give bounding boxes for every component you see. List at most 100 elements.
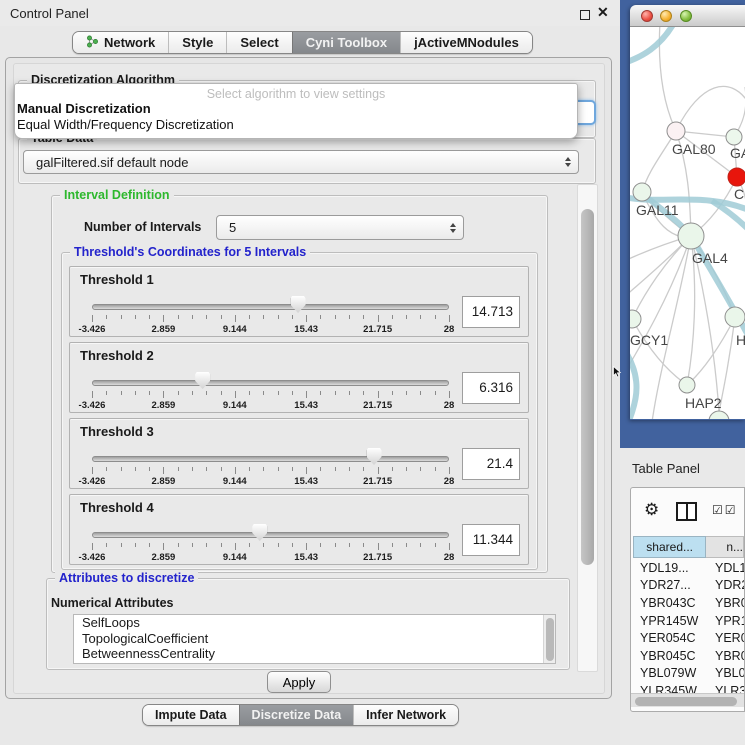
slider-track[interactable] — [92, 456, 449, 462]
slider-tick — [92, 543, 93, 550]
slider-tick — [378, 543, 379, 550]
algorithm-option-manual-discretization[interactable]: Manual Discretization — [15, 101, 577, 117]
slider-thumb[interactable] — [291, 296, 306, 313]
tab-jactivemnodules[interactable]: jActiveMNodules — [400, 32, 532, 53]
slider-tick — [306, 315, 307, 322]
network-window-titlebar[interactable] — [630, 5, 745, 27]
list-scrollbar[interactable] — [543, 615, 555, 663]
close-panel-icon[interactable]: ✕ — [597, 4, 609, 21]
threshold-value-field[interactable]: 11.344 — [462, 524, 520, 556]
network-node-gcy1[interactable] — [630, 310, 641, 328]
network-node-c[interactable] — [728, 168, 745, 186]
slider-tick — [263, 391, 264, 395]
table-row[interactable]: YLR345WYLR3 — [633, 682, 744, 693]
attribute-item-betweennesscentrality[interactable]: BetweennessCentrality — [74, 646, 555, 662]
slider-track[interactable] — [92, 532, 449, 538]
horizontal-scrollbar-thumb[interactable] — [635, 697, 737, 706]
table-toolbar: ⚙ ☑☑ — [631, 494, 744, 534]
slider-tick — [92, 467, 93, 474]
slider-tick-label: 2.859 — [152, 400, 176, 411]
tab-cyni-toolbox[interactable]: Cyni Toolbox — [292, 32, 400, 53]
tab-network[interactable]: Network — [73, 32, 168, 53]
slider-track[interactable] — [92, 304, 449, 310]
algorithm-option-equal-width-frequency-discretization[interactable]: Equal Width/Frequency Discretization — [15, 117, 577, 133]
slider-tick-label: 21.715 — [363, 552, 392, 563]
vertical-scrollbar-thumb[interactable] — [581, 209, 594, 565]
network-node-ga[interactable] — [726, 129, 742, 145]
tab-style[interactable]: Style — [168, 32, 226, 53]
table-row[interactable]: YBR043CYBR0 — [633, 594, 744, 612]
slider-tick — [249, 391, 250, 395]
network-edge[interactable] — [676, 86, 745, 131]
network-node[interactable] — [709, 411, 729, 419]
slider-track[interactable] — [92, 380, 449, 386]
table-row[interactable]: YDR27...YDR2 — [633, 577, 744, 595]
num-intervals-combobox[interactable]: 5 — [216, 215, 464, 240]
horizontal-scrollbar[interactable] — [631, 693, 744, 707]
slider-tick — [163, 391, 164, 398]
slider-tick — [392, 315, 393, 319]
tab-infer-network[interactable]: Infer Network — [353, 705, 458, 725]
numerical-attributes-label: Numerical Attributes — [51, 596, 173, 610]
network-node-gal80[interactable] — [667, 122, 685, 140]
network-node-gal4[interactable] — [678, 223, 704, 249]
table-row[interactable]: YPR145WYPR1 — [633, 612, 744, 630]
table-row[interactable]: YBL079WYBL0 — [633, 665, 744, 683]
attribute-item-selfloops[interactable]: SelfLoops — [74, 615, 555, 631]
slider-tick — [235, 467, 236, 474]
column-header-name[interactable]: n... — [706, 536, 744, 558]
vertical-scrollbar[interactable] — [577, 184, 598, 672]
tab-impute-data[interactable]: Impute Data — [143, 705, 239, 725]
table-row[interactable]: YBR045CYBR0 — [633, 647, 744, 665]
tab-select[interactable]: Select — [226, 32, 291, 53]
table-data-combobox[interactable]: galFiltered.sif default node — [23, 150, 579, 174]
slider-thumb[interactable] — [195, 372, 210, 389]
threshold-panel-1: Threshold 1-3.4262.8599.14415.4321.71528… — [69, 266, 529, 337]
list-scrollbar-thumb[interactable] — [546, 618, 554, 661]
table-row[interactable]: YER054CYER0 — [633, 629, 744, 647]
table-row[interactable]: YDL19...YDL1 — [633, 559, 744, 577]
tab-discretize-data[interactable]: Discretize Data — [239, 705, 354, 725]
threshold-value-field[interactable]: 6.316 — [462, 372, 520, 404]
attribute-item-topologicalcoefficient[interactable]: TopologicalCoefficient — [74, 631, 555, 647]
apply-button[interactable]: Apply — [267, 671, 331, 693]
slider-tick — [135, 391, 136, 395]
network-edge[interactable] — [642, 131, 676, 192]
network-edge-thick[interactable] — [630, 27, 674, 63]
threshold-value-field[interactable]: 21.4 — [462, 448, 520, 480]
slider-tick — [292, 543, 293, 547]
combo-spinner-icon — [565, 157, 571, 167]
network-edge[interactable] — [630, 236, 691, 377]
split-view-icon[interactable] — [676, 502, 697, 521]
slider-thumb[interactable] — [367, 448, 382, 465]
gear-icon[interactable]: ⚙ — [644, 500, 659, 520]
network-node-gal11[interactable] — [633, 183, 651, 201]
slider-tick — [378, 391, 379, 398]
column-checkboxes-icon[interactable]: ☑☑ — [712, 503, 738, 517]
slider-tick-label: 2.859 — [152, 324, 176, 335]
slider-tick — [106, 315, 107, 319]
network-edge-thick[interactable] — [630, 349, 637, 419]
slider-tick — [221, 467, 222, 471]
threshold-coordinates-title: Threshold's Coordinates for 5 Intervals — [70, 245, 310, 259]
network-node-hap2[interactable] — [679, 377, 695, 393]
column-header-shared[interactable]: shared... — [633, 536, 706, 558]
slider-thumb[interactable] — [252, 524, 267, 541]
network-edge[interactable] — [632, 319, 687, 385]
network-window[interactable]: GAL80GACGAL11GAL4GCY1HHAP2 — [630, 5, 745, 420]
slider-tick — [235, 315, 236, 322]
slider-tick-label: 28 — [444, 476, 455, 487]
slider-tick — [192, 391, 193, 395]
slider-tick — [306, 391, 307, 398]
tab-label: Discretize Data — [252, 708, 342, 722]
minimize-light-icon[interactable] — [660, 10, 672, 22]
numerical-attributes-list[interactable]: SelfLoopsTopologicalCoefficientBetweenne… — [73, 614, 556, 664]
network-graph[interactable]: GAL80GACGAL11GAL4GCY1HHAP2 — [630, 27, 745, 419]
slider-tick — [135, 543, 136, 547]
network-canvas[interactable]: GAL80GACGAL11GAL4GCY1HHAP2 — [630, 27, 745, 419]
network-node-h[interactable] — [725, 307, 745, 327]
threshold-value-field[interactable]: 14.713 — [462, 296, 520, 328]
float-panel-icon[interactable] — [580, 10, 590, 20]
close-light-icon[interactable] — [641, 10, 653, 22]
zoom-light-icon[interactable] — [680, 10, 692, 22]
